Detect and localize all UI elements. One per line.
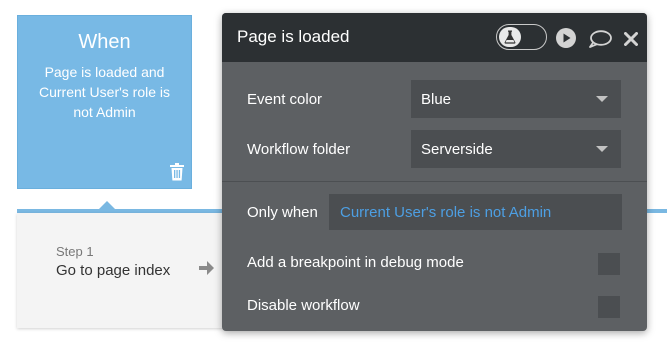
chevron-down-icon	[596, 96, 608, 102]
comment-icon[interactable]	[588, 30, 612, 48]
panel-title: Page is loaded	[237, 27, 350, 46]
event-color-label: Event color	[247, 91, 323, 108]
connector-notch	[98, 201, 116, 210]
panel-header: Page is loaded	[222, 13, 647, 62]
disable-workflow-label: Disable workflow	[247, 297, 360, 314]
event-color-value: Blue	[421, 91, 452, 108]
breakpoint-label: Add a breakpoint in debug mode	[247, 254, 464, 271]
arrow-right-icon	[199, 261, 214, 275]
disable-workflow-checkbox[interactable]	[598, 296, 620, 318]
play-icon[interactable]	[556, 28, 576, 48]
workflow-folder-label: Workflow folder	[247, 141, 351, 158]
workflow-folder-value: Serverside	[421, 141, 493, 158]
step-number: Step 1	[56, 244, 94, 259]
trash-icon[interactable]	[169, 163, 185, 181]
workflow-folder-dropdown[interactable]: Serverside	[411, 130, 621, 168]
step-title: Go to page index	[56, 262, 171, 279]
event-card-title: When	[78, 31, 131, 53]
flask-icon	[504, 30, 516, 44]
panel-divider	[222, 181, 647, 182]
breakpoint-checkbox[interactable]	[598, 253, 620, 275]
condition-expression[interactable]: Current User's role is not Admin	[340, 204, 551, 221]
only-when-label: Only when	[247, 204, 318, 221]
event-card-condition: Page is loaded and Current User's role i…	[38, 64, 171, 120]
debug-toggle[interactable]	[496, 24, 547, 50]
toggle-knob	[499, 27, 521, 47]
workflow-properties-panel: Page is loaded Event color Blue Workflow…	[222, 13, 647, 331]
only-when-field[interactable]: Current User's role is not Admin	[329, 194, 622, 230]
event-card[interactable]: When Page is loaded and Current User's r…	[17, 15, 192, 189]
chevron-down-icon	[596, 146, 608, 152]
close-icon[interactable]	[624, 32, 638, 46]
event-color-dropdown[interactable]: Blue	[411, 80, 621, 118]
